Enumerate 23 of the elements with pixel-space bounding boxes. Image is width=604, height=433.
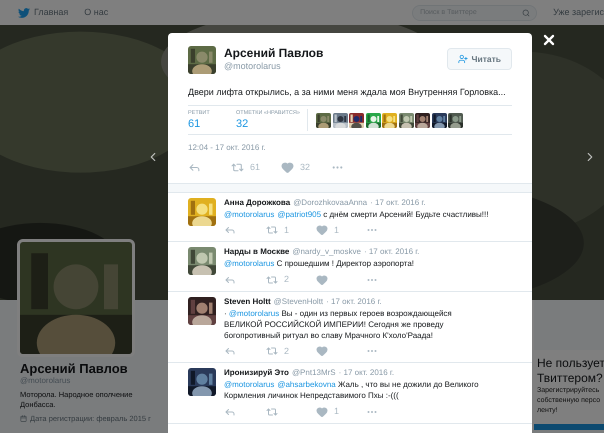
- like-icon[interactable]: [316, 345, 328, 358]
- retweet-icon[interactable]: [266, 406, 278, 418]
- profile-name: Арсений Павлов: [20, 361, 129, 376]
- retweet-icon[interactable]: [266, 345, 278, 358]
- reply-text: @motorolarus @ahsarbekovna Жаль , что вы не дожили до Великого Кормления личинок Непредставимого Пхы :-(((: [224, 379, 480, 401]
- bird-icon: [18, 6, 30, 18]
- calendar-icon: [20, 415, 27, 422]
- mention-link[interactable]: @motorolarus: [224, 380, 274, 389]
- retweet-count: 2: [284, 344, 290, 358]
- nav-link[interactable]: Главная: [18, 6, 68, 20]
- login-link[interactable]: Уже зарегис: [553, 6, 604, 20]
- mention-link[interactable]: @motorolarus: [228, 308, 280, 318]
- nav-link[interactable]: О нас: [84, 6, 108, 20]
- signup-title: Твиттером?: [537, 371, 604, 386]
- reply-author-handle: @Pnt13MrS: [292, 367, 336, 379]
- reply-date: · 17 окт. 2016 г.: [338, 367, 394, 379]
- like-count: 1: [334, 405, 340, 418]
- like-icon[interactable]: [316, 406, 328, 418]
- reply-text: · @motorolarus Вы - один из первых героев возрождающейся ВЕЛИКОЙ РОССИЙСКОЙ ИМПЕРИИ! Сегодня же проведу богопротивный ритуал во славу Мрачного К'холо'Раада!: [224, 308, 453, 340]
- reply-icon[interactable]: [224, 345, 236, 358]
- mention-link[interactable]: @ahsarbekovna: [277, 380, 336, 389]
- reply-author-name: Иронизируй Это: [224, 367, 289, 379]
- search-icon[interactable]: [522, 8, 530, 16]
